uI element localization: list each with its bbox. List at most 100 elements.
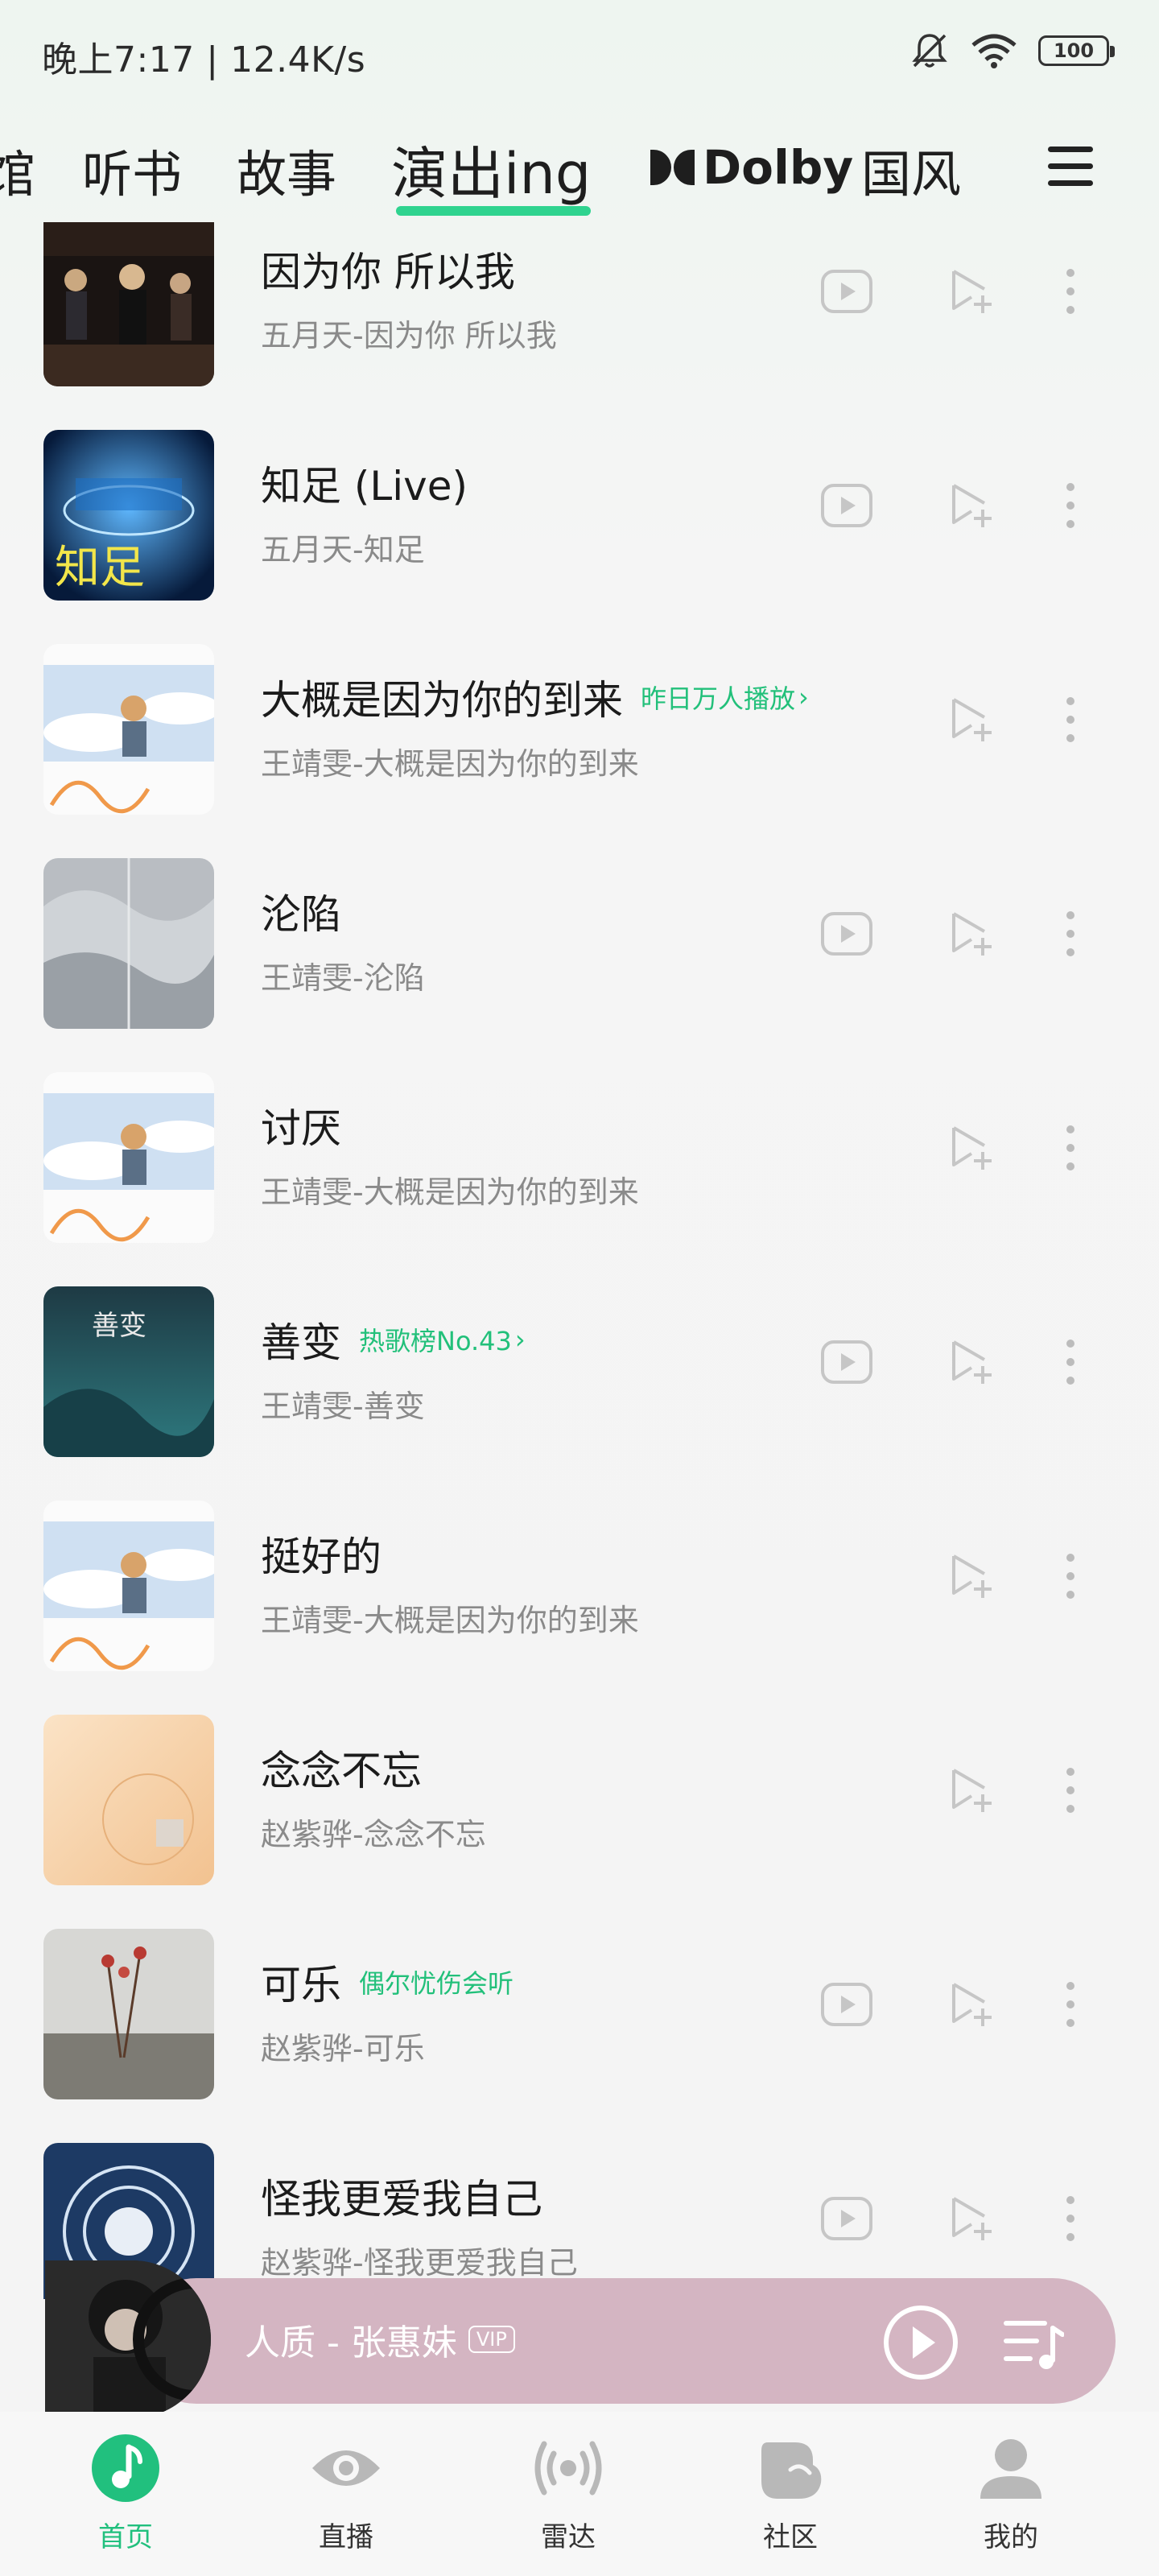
more-options-icon[interactable] <box>1046 1547 1095 1605</box>
song-artist-album: 赵紫骅-怪我更爱我自己 <box>261 2245 578 2281</box>
nav-label: 我的 <box>984 2521 1038 2553</box>
mv-play-icon[interactable] <box>818 1975 876 2033</box>
menu-icon[interactable] <box>1048 147 1093 188</box>
song-artist-album: 王靖雯-善变 <box>261 1389 425 1424</box>
song-title: 因为你 所以我 <box>261 249 515 295</box>
song-item[interactable]: 善变 善变 热歌榜No.43 › 王靖雯-善变 <box>0 1286 1159 1501</box>
song-item[interactable]: 因为你 所以我 五月天-因为你 所以我 <box>0 222 1159 430</box>
song-item[interactable]: 大概是因为你的到来 昨日万人播放 › 王靖雯-大概是因为你的到来 <box>0 644 1159 858</box>
add-to-playlist-icon[interactable] <box>943 1119 1001 1177</box>
add-to-playlist-icon[interactable] <box>943 2190 1001 2248</box>
mute-bell-icon <box>912 34 947 68</box>
add-to-playlist-icon[interactable] <box>943 262 1001 320</box>
more-options-icon[interactable] <box>1046 1119 1095 1177</box>
song-item[interactable]: 挺好的 王靖雯-大概是因为你的到来 <box>0 1501 1159 1715</box>
song-list: 因为你 所以我 五月天-因为你 所以我 知足 知足 (Live) 五月天-知足 <box>0 222 1159 2299</box>
chevron-right-icon: › <box>514 1324 526 1355</box>
status-time: 晚上7:17 | 12.4K/s <box>42 39 366 80</box>
battery-level: 100 <box>1053 39 1095 62</box>
wifi-icon <box>971 34 1017 68</box>
mv-play-icon[interactable] <box>818 1333 876 1391</box>
song-artist-album: 赵紫骅-念念不忘 <box>261 1817 486 1852</box>
battery-icon: 100 <box>1038 35 1115 66</box>
bottom-nav: 首页 直播 雷达 社区 我的 <box>0 2412 1159 2576</box>
mv-play-icon[interactable] <box>818 2190 876 2248</box>
tab-guofeng[interactable]: 国风 <box>861 134 961 206</box>
album-cover <box>43 1929 214 2099</box>
nav-radar[interactable]: 雷达 <box>496 2429 641 2574</box>
add-to-playlist-icon[interactable] <box>943 1333 1001 1391</box>
more-options-icon[interactable] <box>1046 1975 1095 2033</box>
more-options-icon[interactable] <box>1046 262 1095 320</box>
category-tabs: 馆 听书 故事 演出ing Dolby 国风 <box>0 118 1159 222</box>
nav-me[interactable]: 我的 <box>938 2429 1083 2574</box>
song-title: 知足 (Live) <box>261 463 468 510</box>
more-options-icon[interactable] <box>1046 477 1095 535</box>
song-title: 沦陷 <box>261 891 341 938</box>
vip-badge: VIP <box>468 2326 515 2353</box>
song-title: 可乐 偶尔忧伤会听 <box>261 1962 514 2008</box>
nav-live[interactable]: 直播 <box>274 2429 419 2574</box>
tab-audiobook[interactable]: 听书 <box>82 134 182 206</box>
album-cover <box>43 1715 214 1885</box>
now-playing-cover[interactable] <box>45 2260 211 2418</box>
song-item[interactable]: 念念不忘 赵紫骅-念念不忘 <box>0 1715 1159 1929</box>
community-icon <box>761 2442 822 2499</box>
song-title: 怪我更爱我自己 <box>261 2176 542 2223</box>
album-cover <box>43 1072 214 1243</box>
home-music-icon <box>92 2434 159 2502</box>
song-artist-album: 五月天-知足 <box>261 532 425 568</box>
tab-dolby[interactable]: Dolby <box>650 140 853 195</box>
song-tag[interactable]: 热歌榜No.43 › <box>359 1321 526 1358</box>
song-tag: 偶尔忧伤会听 <box>359 1968 514 1999</box>
song-title: 大概是因为你的到来 昨日万人播放 › <box>261 677 809 724</box>
mv-play-icon[interactable] <box>818 262 876 320</box>
tab-guan[interactable]: 馆 <box>0 134 35 206</box>
nav-label: 首页 <box>98 2521 153 2553</box>
now-playing-title[interactable]: 人质 - 张惠妹 VIP <box>245 2314 515 2365</box>
song-item[interactable]: 沦陷 王靖雯-沦陷 <box>0 858 1159 1072</box>
album-cover: 知足 <box>43 430 214 601</box>
album-cover <box>43 644 214 815</box>
song-tag[interactable]: 昨日万人播放 › <box>641 679 809 716</box>
add-to-playlist-icon[interactable] <box>943 905 1001 963</box>
play-icon[interactable] <box>881 2302 961 2383</box>
add-to-playlist-icon[interactable] <box>943 1547 1001 1605</box>
nav-label: 直播 <box>319 2521 373 2553</box>
song-artist-album: 王靖雯-沦陷 <box>261 960 425 996</box>
add-to-playlist-icon[interactable] <box>943 477 1001 535</box>
album-cover <box>43 858 214 1029</box>
nav-home[interactable]: 首页 <box>53 2429 198 2574</box>
user-icon <box>980 2439 1041 2499</box>
tab-dolby-label: Dolby <box>703 140 854 195</box>
song-item[interactable]: 讨厌 王靖雯-大概是因为你的到来 <box>0 1072 1159 1286</box>
add-to-playlist-icon[interactable] <box>943 1761 1001 1819</box>
mv-play-icon[interactable] <box>818 905 876 963</box>
tab-performance[interactable]: 演出ing <box>391 129 591 210</box>
song-artist-album: 王靖雯-大概是因为你的到来 <box>261 1603 639 1638</box>
chevron-right-icon: › <box>798 682 809 712</box>
mv-play-icon[interactable] <box>818 477 876 535</box>
song-title: 讨厌 <box>261 1105 341 1152</box>
add-to-playlist-icon[interactable] <box>943 1975 1001 2033</box>
song-artist-album: 五月天-因为你 所以我 <box>261 318 557 353</box>
add-to-playlist-icon[interactable] <box>943 691 1001 749</box>
playlist-queue-icon[interactable] <box>1003 2317 1065 2373</box>
nav-label: 社区 <box>763 2521 818 2553</box>
more-options-icon[interactable] <box>1046 905 1095 963</box>
song-artist-album: 赵紫骅-可乐 <box>261 2031 425 2066</box>
more-options-icon[interactable] <box>1046 691 1095 749</box>
song-item[interactable]: 可乐 偶尔忧伤会听 赵紫骅-可乐 <box>0 1929 1159 2143</box>
song-artist-album: 王靖雯-大概是因为你的到来 <box>261 746 639 782</box>
radar-icon <box>534 2441 602 2496</box>
status-bar: 晚上7:17 | 12.4K/s 100 <box>0 0 1159 101</box>
more-options-icon[interactable] <box>1046 2190 1095 2248</box>
eye-icon <box>312 2450 380 2486</box>
song-artist-album: 王靖雯-大概是因为你的到来 <box>261 1174 639 1210</box>
song-item[interactable]: 知足 知足 (Live) 五月天-知足 <box>0 430 1159 644</box>
more-options-icon[interactable] <box>1046 1333 1095 1391</box>
cover-text-shanbian: 善变 <box>92 1310 146 1342</box>
more-options-icon[interactable] <box>1046 1761 1095 1819</box>
tab-story[interactable]: 故事 <box>237 134 336 206</box>
nav-community[interactable]: 社区 <box>718 2429 863 2574</box>
